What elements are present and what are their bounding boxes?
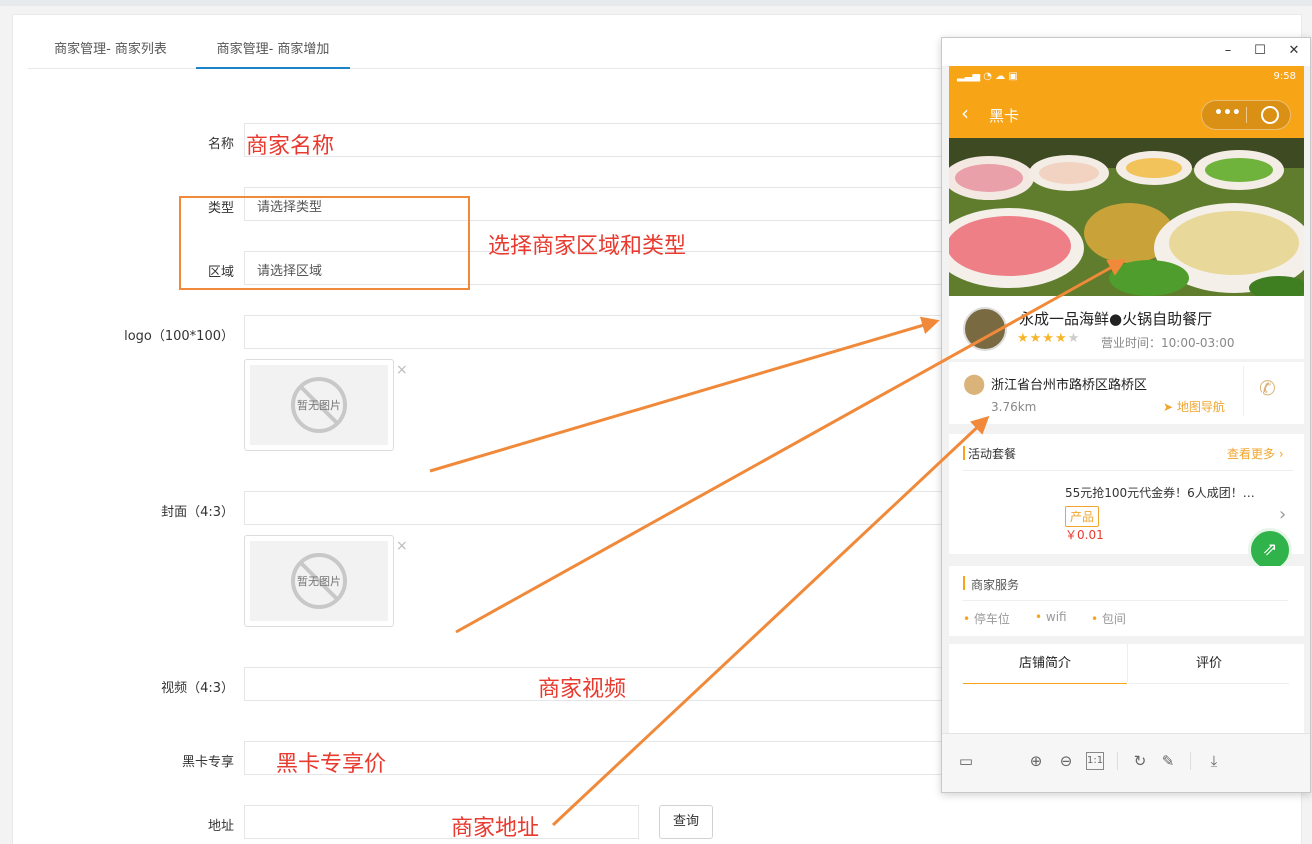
phone-preview-window: – ☐ ✕ ▂▃▅ ◔ ☁ ▣ 9:58 ‹ 黑卡 ••• 永成一品海鲜●火锅自… xyxy=(941,37,1311,793)
close-icon[interactable]: ✕ xyxy=(1284,43,1304,58)
chevron-right-icon[interactable]: › xyxy=(1279,504,1286,525)
more-icon[interactable]: ••• xyxy=(1214,105,1241,121)
query-button[interactable]: 查询 xyxy=(659,805,713,839)
shop-tabs-card: 店铺简介 评价 xyxy=(949,644,1304,734)
shop-name: 永成一品海鲜●火锅自助餐厅 xyxy=(1019,310,1213,328)
name-input[interactable] xyxy=(244,123,944,157)
cover-label: 封面（4:3） xyxy=(161,505,234,520)
food-photo-illustration xyxy=(949,138,1304,296)
thumbnail-icon[interactable]: ▭ xyxy=(956,751,976,771)
tab-merchant-add[interactable]: 商家管理- 商家增加 xyxy=(196,38,350,69)
annotation-blackcard-price: 黑卡专享价 xyxy=(276,752,387,777)
map-navigation-link[interactable]: ➤ 地图导航 xyxy=(1163,398,1225,415)
edit-pencil-icon[interactable]: ✎ xyxy=(1158,751,1178,771)
back-icon[interactable]: ‹ xyxy=(961,101,969,125)
maximize-icon[interactable]: ☐ xyxy=(1250,43,1270,58)
location-pin-icon: ⬤ xyxy=(963,371,986,395)
tab-shop-intro[interactable]: 店铺简介 xyxy=(963,644,1127,684)
service-private-room: • 包间 xyxy=(1091,612,1126,626)
minimize-icon[interactable]: – xyxy=(1218,43,1238,58)
activity-package-card: 活动套餐 查看更多 › 55元抢100元代金券！6人成团！… 产品 ￥0.01 … xyxy=(949,434,1304,554)
logo-input[interactable] xyxy=(244,315,944,349)
download-icon[interactable]: ⤓ xyxy=(1204,751,1224,771)
phone-call-icon[interactable]: ✆ xyxy=(1259,376,1276,400)
services-title: 商家服务 xyxy=(971,578,1020,592)
activity-title: 活动套餐 xyxy=(968,447,1017,461)
video-label: 视频（4:3） xyxy=(161,681,234,696)
promo-price: ￥0.01 xyxy=(1065,528,1104,542)
annotation-address: 商家地址 xyxy=(451,816,540,841)
remove-cover-icon[interactable]: × xyxy=(396,538,408,554)
image-viewer-toolbar: ▭ ⊕ ⊖ 1:1 ↻ ✎ ⤓ xyxy=(942,733,1310,792)
actual-size-icon[interactable]: 1:1 xyxy=(1086,752,1104,770)
rating-stars: ★★★★★ xyxy=(1017,331,1081,346)
annotation-video: 商家视频 xyxy=(538,677,627,702)
promo-title[interactable]: 55元抢100元代金券！6人成团！… xyxy=(1065,484,1255,501)
service-parking: • 停车位 xyxy=(963,612,1010,626)
annotation-area-type: 选择商家区域和类型 xyxy=(488,234,687,259)
capsule-menu: ••• xyxy=(1201,100,1291,130)
shop-logo-avatar xyxy=(963,307,1007,351)
logo-label: logo（100*100） xyxy=(124,329,234,344)
status-time: 9:58 xyxy=(1273,71,1296,82)
area-type-highlight-box xyxy=(179,196,470,290)
no-image-placeholder: 暂无图片 xyxy=(250,365,388,445)
address-label: 地址 xyxy=(207,819,234,834)
promo-tag: 产品 xyxy=(1065,506,1100,527)
remove-logo-icon[interactable]: × xyxy=(396,362,408,378)
name-label: 名称 xyxy=(207,137,234,152)
signal-icon: ▂▃▅ ◔ ☁ ▣ xyxy=(957,71,1018,82)
logo-image-preview: 暂无图片 xyxy=(244,359,394,451)
no-image-text: 暂无图片 xyxy=(297,399,341,412)
blackcard-label: 黑卡专享 xyxy=(181,755,234,770)
screen: 商家管理- 商家列表 商家管理- 商家增加 名称 类型 请选择类型 区域 请选择… xyxy=(0,0,1312,844)
zoom-in-icon[interactable]: ⊕ xyxy=(1026,751,1046,771)
annotation-merchant-name: 商家名称 xyxy=(246,134,335,159)
zoom-out-icon[interactable]: ⊖ xyxy=(1056,751,1076,771)
window-titlebar: – ☐ ✕ xyxy=(942,38,1310,66)
shop-address: 浙江省台州市路桥区路桥区 xyxy=(991,378,1148,393)
tab-reviews[interactable]: 评价 xyxy=(1129,644,1289,684)
view-more-link[interactable]: 查看更多 › xyxy=(1227,445,1284,462)
nav-title: 黑卡 xyxy=(989,107,1020,125)
rotate-icon[interactable]: ↻ xyxy=(1130,751,1150,771)
merchant-services-card: 商家服务 • 停车位 • wifi • 包间 xyxy=(949,566,1304,636)
phone-status-bar: ▂▃▅ ◔ ☁ ▣ 9:58 xyxy=(949,66,1304,90)
top-bar xyxy=(0,0,1312,6)
no-image-text: 暂无图片 xyxy=(297,575,341,588)
cover-image-preview: 暂无图片 xyxy=(244,535,394,627)
shop-cover-image xyxy=(949,138,1304,296)
service-wifi: • wifi xyxy=(1035,610,1067,624)
close-capsule-icon[interactable] xyxy=(1261,106,1279,124)
no-image-placeholder: 暂无图片 xyxy=(250,541,388,621)
address-input[interactable] xyxy=(244,805,639,839)
shop-info-card: 永成一品海鲜●火锅自助餐厅 ★★★★★ 营业时间：10:00-03:00 xyxy=(949,296,1304,359)
business-hours: 营业时间：10:00-03:00 xyxy=(1101,336,1235,350)
distance: 3.76km xyxy=(991,400,1037,414)
tab-merchant-list[interactable]: 商家管理- 商家列表 xyxy=(48,38,173,68)
cover-input[interactable] xyxy=(244,491,944,525)
address-card: ⬤ 浙江省台州市路桥区路桥区 3.76km ➤ 地图导航 ✆ xyxy=(949,362,1304,424)
phone-nav-bar: ‹ 黑卡 ••• xyxy=(949,90,1304,138)
